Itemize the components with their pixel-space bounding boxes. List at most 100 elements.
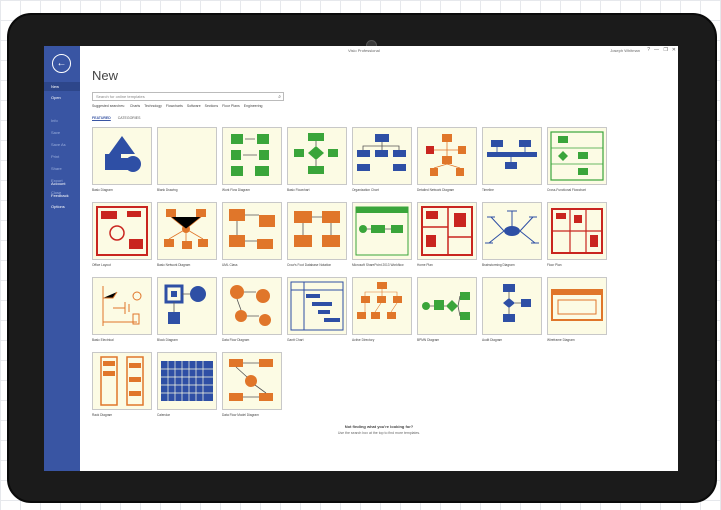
sidebar-item-open[interactable]: Open [44,93,80,102]
template-tile[interactable]: Organization Chart [352,127,412,192]
template-tile[interactable]: Cross-Functional Flowchart [547,127,607,192]
template-tile[interactable]: Basic Flowchart [287,127,347,192]
flowchart-thumbnail[interactable] [287,127,347,185]
sidebar-item-new[interactable]: New [44,82,80,91]
template-tile[interactable]: Blank Drawing [157,127,217,192]
floor-plan-thumbnail[interactable] [547,202,607,260]
template-tile[interactable]: Calendar [157,352,217,417]
template-label: Data Flow Diagram [222,338,250,342]
sidebar-item-share[interactable]: Share [44,164,80,173]
org-chart-thumbnail[interactable] [352,127,412,185]
uml-class-thumbnail[interactable] [222,202,282,260]
template-label: Basic Diagram [92,188,113,192]
data-flow-model-icon [229,359,273,401]
wireframe-icon [551,289,603,321]
network-detailed-icon [426,134,466,176]
template-tile[interactable]: Gantt Chart [287,277,347,342]
data-flow-thumbnail[interactable] [222,277,282,335]
network-basic-icon [164,209,208,249]
blank-thumbnail[interactable] [157,127,217,185]
basic-shapes-icon [105,136,141,172]
sidebar-item-print[interactable]: Print [44,152,80,161]
tab-featured[interactable]: FEATURED [92,116,111,120]
home-plan-thumbnail[interactable] [417,202,477,260]
calendar-icon [161,361,213,401]
sidebar-item-feedback[interactable]: Feedback [44,191,80,200]
template-tile[interactable]: Active Directory [352,277,412,342]
suggested-link[interactable]: Technology [144,104,162,108]
template-tile[interactable]: Basic Network Diagram [157,202,217,267]
template-label: Rack Diagram [92,413,113,417]
network-detailed-thumbnail[interactable] [417,127,477,185]
template-tile[interactable]: Basic Diagram [92,127,152,192]
tab-categories[interactable]: CATEGORIES [118,116,141,120]
cross-functional-thumbnail[interactable] [547,127,607,185]
template-tile[interactable]: Timeline [482,127,542,192]
suggested-link[interactable]: Flowcharts [166,104,183,108]
template-tile[interactable]: Data Flow Model Diagram [222,352,282,417]
template-tile[interactable]: BPMN Diagram [417,277,477,342]
timeline-icon [487,140,537,169]
template-tile[interactable]: Wireframe Diagram [547,277,607,342]
basic-shapes-thumbnail[interactable] [92,127,152,185]
wireframe-thumbnail[interactable] [547,277,607,335]
suggested-link[interactable]: Sections [205,104,218,108]
template-tile[interactable]: Office Layout [92,202,152,267]
template-tile[interactable]: Work Flow Diagram [222,127,282,192]
template-tile[interactable]: Block Diagram [157,277,217,342]
suggested-link[interactable]: Floor Plans [222,104,240,108]
template-tile[interactable]: UML Class [222,202,282,267]
audit-thumbnail[interactable] [482,277,542,335]
template-label: Audit Diagram [482,338,503,342]
sidebar-item-options[interactable]: Options [44,202,80,211]
sidebar-item-save[interactable]: Save [44,128,80,137]
electrical-thumbnail[interactable] [92,277,152,335]
rack-thumbnail[interactable] [92,352,152,410]
block-thumbnail[interactable] [157,277,217,335]
main-panel: New Search for online templates ⌕ Sugges… [80,46,678,471]
suggested-link[interactable]: Software [187,104,201,108]
timeline-thumbnail[interactable] [482,127,542,185]
sharepoint-thumbnail[interactable] [352,202,412,260]
template-search-input[interactable]: Search for online templates ⌕ [92,92,284,101]
cross-functional-icon [550,131,604,181]
template-label: Crow's Foot Database Notation [287,263,332,267]
home-plan-icon [421,206,473,256]
brainstorm-thumbnail[interactable] [482,202,542,260]
bpmn-thumbnail[interactable] [417,277,477,335]
sidebar-item-account[interactable]: Account [44,179,80,188]
office-layout-thumbnail[interactable] [92,202,152,260]
suggested-link[interactable]: Charts [130,104,140,108]
calendar-thumbnail[interactable] [157,352,217,410]
active-directory-thumbnail[interactable] [352,277,412,335]
template-tile[interactable]: Rack Diagram [92,352,152,417]
template-tile[interactable]: Home Plan [417,202,477,267]
template-tile[interactable]: Microsoft SharePoint 2013 Workflow [352,202,412,267]
template-label: Calendar [157,413,170,417]
crows-foot-thumbnail[interactable] [287,202,347,260]
template-tile[interactable]: Data Flow Diagram [222,277,282,342]
template-label: Active Directory [352,338,375,342]
back-arrow-icon[interactable]: ← [52,54,71,73]
network-basic-thumbnail[interactable] [157,202,217,260]
gantt-thumbnail[interactable] [287,277,347,335]
template-tile[interactable]: Detailed Network Diagram [417,127,477,192]
template-tile[interactable]: Floor Plan [547,202,607,267]
template-label: Basic Flowchart [287,188,310,192]
sidebar-item-save-as[interactable]: Save As [44,140,80,149]
data-flow-model-thumbnail[interactable] [222,352,282,410]
template-tile[interactable]: Audit Diagram [482,277,542,342]
template-label: Wireframe Diagram [547,338,575,342]
template-label: Basic Electrical [92,338,114,342]
template-tile[interactable]: Basic Electrical [92,277,152,342]
backstage-sidebar: ← New Open Info Save Save As Print Share Export… [44,46,80,471]
search-icon[interactable]: ⌕ [278,94,281,100]
template-tile[interactable]: Brainstorming Diagram [482,202,542,267]
template-label: UML Class [222,263,238,267]
sidebar-item-info[interactable]: Info [44,116,80,125]
gantt-icon [290,281,344,331]
workflow-thumbnail[interactable] [222,127,282,185]
template-tile[interactable]: Crow's Foot Database Notation [287,202,347,267]
suggested-link[interactable]: Engineering [244,104,263,108]
blank-icon [158,128,216,184]
